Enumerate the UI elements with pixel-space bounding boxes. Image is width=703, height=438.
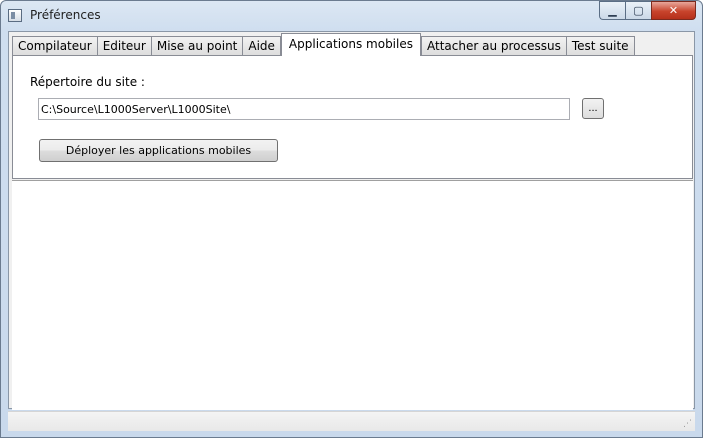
site-directory-label: Répertoire du site :	[30, 75, 145, 89]
minimize-icon: ▁	[608, 4, 617, 17]
tab-strip: Compilateur Editeur Mise au point Aide A…	[12, 33, 635, 56]
tab-aide[interactable]: Aide	[242, 36, 281, 56]
title-bar[interactable]: Préférences ▁ ▢ ✕	[1, 1, 702, 29]
app-window-icon	[8, 9, 22, 22]
applications-mobiles-panel: Répertoire du site : ... Déployer les ap…	[12, 55, 693, 179]
tab-editeur[interactable]: Editeur	[96, 36, 152, 56]
tab-mise-au-point[interactable]: Mise au point	[150, 36, 244, 56]
deploy-mobile-apps-button[interactable]: Déployer les applications mobiles	[39, 139, 278, 162]
maximize-button[interactable]: ▢	[625, 1, 651, 20]
tab-test-suite[interactable]: Test suite	[565, 36, 635, 56]
site-directory-input[interactable]	[38, 98, 570, 120]
browse-button[interactable]: ...	[582, 98, 604, 119]
client-area: Compilateur Editeur Mise au point Aide A…	[8, 31, 695, 410]
size-grip-icon[interactable]: ⋰	[683, 419, 693, 429]
caption-buttons: ▁ ▢ ✕	[599, 1, 696, 20]
output-area	[12, 180, 693, 410]
tab-compilateur[interactable]: Compilateur	[12, 36, 98, 56]
tab-applications-mobiles[interactable]: Applications mobiles	[280, 33, 421, 56]
minimize-button[interactable]: ▁	[599, 1, 625, 20]
maximize-icon: ▢	[633, 4, 644, 17]
status-bar: ⋰	[8, 411, 695, 431]
preferences-window: Préférences ▁ ▢ ✕ Compilateur Editeur Mi…	[0, 0, 703, 438]
tab-attacher-au-processus[interactable]: Attacher au processus	[421, 36, 567, 56]
close-button[interactable]: ✕	[651, 1, 696, 20]
close-icon: ✕	[668, 4, 679, 17]
window-title: Préférences	[30, 8, 101, 22]
